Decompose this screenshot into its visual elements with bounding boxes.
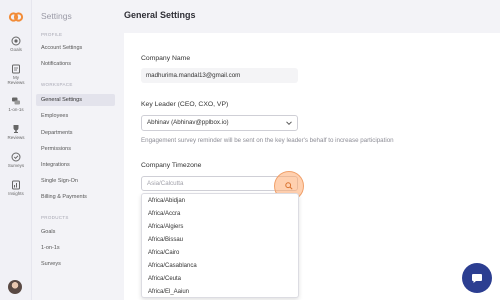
reviews-icon xyxy=(12,64,20,74)
timezone-option[interactable]: Africa/Casablanca xyxy=(148,263,197,269)
chat-support-button[interactable] xyxy=(462,263,492,293)
nav-section-profile: PROFILE xyxy=(41,32,63,37)
nav-item-general-settings[interactable]: General Settings xyxy=(36,94,115,106)
nav-item-single-sign-on[interactable]: Single Sign-On xyxy=(36,175,115,187)
timezone-option[interactable]: Africa/Abidjan xyxy=(148,198,185,204)
key-leader-value: Abhinav (Abhinav@pplbox.io) xyxy=(147,119,229,126)
timezone-dropdown: Africa/Abidjan Africa/Accra Africa/Algie… xyxy=(141,193,299,298)
target-icon xyxy=(11,36,21,46)
key-leader-hint: Engagement survey reminder will be sent … xyxy=(141,137,394,144)
rail-item-insights[interactable]: Insights xyxy=(0,180,32,196)
nav-item-1on1s[interactable]: 1-on-1s xyxy=(36,242,115,254)
company-name-label: Company Name xyxy=(141,55,191,62)
rail-label-insights: Insights xyxy=(8,191,24,196)
rail-label-1on1s: 1-on-1s xyxy=(8,107,24,112)
nav-section-workspace: WORKSPACE xyxy=(41,82,73,87)
nav-section-products: PRODUCTS xyxy=(41,215,69,220)
app-logo-icon[interactable] xyxy=(8,9,24,25)
timezone-option[interactable]: Africa/Accra xyxy=(148,211,180,217)
search-icon[interactable] xyxy=(284,181,294,191)
timezone-option[interactable]: Africa/El_Aaiun xyxy=(148,289,189,295)
nav-item-integrations[interactable]: Integrations xyxy=(36,159,115,171)
rail-label-goals: Goals xyxy=(10,47,22,52)
rail-label-surveys: Surveys xyxy=(7,163,25,168)
chevron-down-icon xyxy=(286,121,292,126)
rail-item-1on1s[interactable]: 1-on-1s xyxy=(0,96,32,112)
nav-item-permissions[interactable]: Permissions xyxy=(36,143,115,155)
rail-label-reviews: Reviews xyxy=(7,135,25,140)
nav-item-account-settings[interactable]: Account Settings xyxy=(36,42,115,54)
avatar[interactable] xyxy=(8,280,22,294)
rail-item-my-reviews[interactable]: My Reviews xyxy=(0,64,32,85)
settings-nav: Settings PROFILE Account Settings Notifi… xyxy=(32,0,118,300)
insights-icon xyxy=(12,180,20,190)
timezone-label: Company Timezone xyxy=(141,162,202,169)
chat-icon xyxy=(472,274,482,283)
chat-bubbles-icon xyxy=(12,97,20,105)
nav-item-billing-payments[interactable]: Billing & Payments xyxy=(36,191,115,203)
nav-item-employees[interactable]: Employees xyxy=(36,110,115,122)
nav-item-surveys[interactable]: Surveys xyxy=(36,258,115,270)
key-leader-select[interactable]: Abhinav (Abhinav@pplbox.io) xyxy=(141,115,298,131)
timezone-option[interactable]: Africa/Ceuta xyxy=(148,276,181,282)
rail-item-goals[interactable]: Goals xyxy=(0,36,32,52)
timezone-option[interactable]: Africa/Cairo xyxy=(148,250,179,256)
key-leader-label: Key Leader (CEO, CXO, VP) xyxy=(141,101,229,108)
timezone-option[interactable]: Africa/Algiers xyxy=(148,224,183,230)
timezone-option[interactable]: Africa/Bissau xyxy=(148,237,183,243)
survey-icon xyxy=(11,152,21,162)
page-title: General Settings xyxy=(124,10,196,20)
trophy-icon xyxy=(13,125,19,133)
nav-item-notifications[interactable]: Notifications xyxy=(36,58,115,70)
nav-title: Settings xyxy=(41,11,72,21)
nav-item-goals[interactable]: Goals xyxy=(36,226,115,238)
company-name-field[interactable]: madhurima.mandal13@gmail.com xyxy=(141,68,298,83)
icon-rail: Goals My Reviews 1-on-1s Reviews Surveys… xyxy=(0,0,32,300)
rail-label-my-reviews: My Reviews xyxy=(7,75,25,85)
rail-item-reviews[interactable]: Reviews xyxy=(0,124,32,140)
rail-item-surveys[interactable]: Surveys xyxy=(0,152,32,168)
nav-item-departments[interactable]: Departments xyxy=(36,127,115,139)
